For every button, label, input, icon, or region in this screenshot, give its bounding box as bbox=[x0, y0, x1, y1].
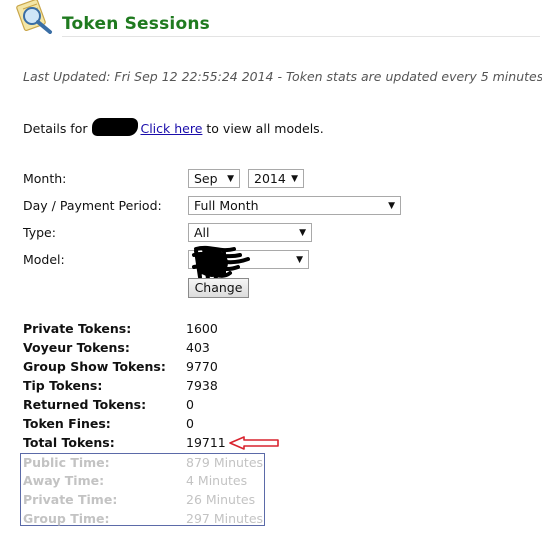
stat-label: Group Show Tokens: bbox=[23, 359, 166, 374]
dropdown-arrow-icon: ▼ bbox=[388, 201, 395, 211]
day-period-label: Day / Payment Period: bbox=[23, 198, 162, 213]
page-title: Token Sessions bbox=[62, 14, 210, 34]
dropdown-arrow-icon: ▼ bbox=[296, 255, 303, 265]
time-label: Group Time: bbox=[23, 511, 110, 526]
time-label: Away Time: bbox=[23, 473, 105, 488]
stat-label: Token Fines: bbox=[23, 416, 111, 431]
stat-label: Voyeur Tokens: bbox=[23, 340, 130, 355]
magnifier-on-document-icon bbox=[16, 0, 52, 34]
time-label: Public Time: bbox=[23, 455, 110, 470]
time-value: 4 Minutes bbox=[186, 473, 248, 488]
total-tokens-value: 19711 bbox=[186, 435, 226, 450]
dropdown-arrow-icon: ▼ bbox=[299, 228, 306, 238]
month-select-value: Sep bbox=[194, 171, 218, 186]
month-label: Month: bbox=[23, 171, 67, 186]
header-divider bbox=[62, 36, 540, 37]
stat-label: Returned Tokens: bbox=[23, 397, 147, 412]
month-select[interactable]: Sep ▼ bbox=[188, 169, 240, 188]
stat-value: 0 bbox=[186, 397, 194, 412]
type-select[interactable]: All ▼ bbox=[188, 223, 312, 242]
stat-value: 403 bbox=[186, 340, 210, 355]
stat-label: Tip Tokens: bbox=[23, 378, 103, 393]
details-suffix: to view all models. bbox=[206, 121, 324, 136]
stat-value: 0 bbox=[186, 416, 194, 431]
time-label: Private Time: bbox=[23, 492, 118, 507]
click-here-link[interactable]: Click here bbox=[140, 121, 202, 136]
total-tokens-label: Total Tokens: bbox=[23, 435, 115, 450]
stat-value: 1600 bbox=[186, 321, 218, 336]
time-value: 26 Minutes bbox=[186, 492, 256, 507]
last-updated-text: Last Updated: Fri Sep 12 22:55:24 2014 -… bbox=[23, 69, 542, 84]
redacted-name-mark bbox=[92, 118, 139, 136]
year-select-value: 2014 bbox=[254, 171, 286, 186]
stat-label: Private Tokens: bbox=[23, 321, 132, 336]
time-value: 879 Minutes bbox=[186, 455, 264, 470]
type-select-value: All bbox=[194, 225, 210, 240]
stat-value: 7938 bbox=[186, 378, 218, 393]
day-period-select-value: Full Month bbox=[194, 198, 259, 213]
stat-value: 9770 bbox=[186, 359, 218, 374]
year-select[interactable]: 2014 ▼ bbox=[248, 169, 304, 188]
page-header: Token Sessions bbox=[0, 0, 542, 38]
left-arrow-annotation-icon bbox=[229, 436, 279, 450]
dropdown-arrow-icon: ▼ bbox=[291, 174, 298, 184]
details-prefix: Details for bbox=[23, 121, 88, 136]
day-period-select[interactable]: Full Month ▼ bbox=[188, 196, 401, 215]
time-value: 297 Minutes bbox=[186, 511, 264, 526]
model-label: Model: bbox=[23, 252, 65, 267]
details-line: Details for Click here to view all model… bbox=[23, 118, 324, 136]
type-label: Type: bbox=[23, 225, 56, 240]
dropdown-arrow-icon: ▼ bbox=[227, 174, 234, 184]
change-button[interactable]: Change bbox=[188, 278, 249, 298]
